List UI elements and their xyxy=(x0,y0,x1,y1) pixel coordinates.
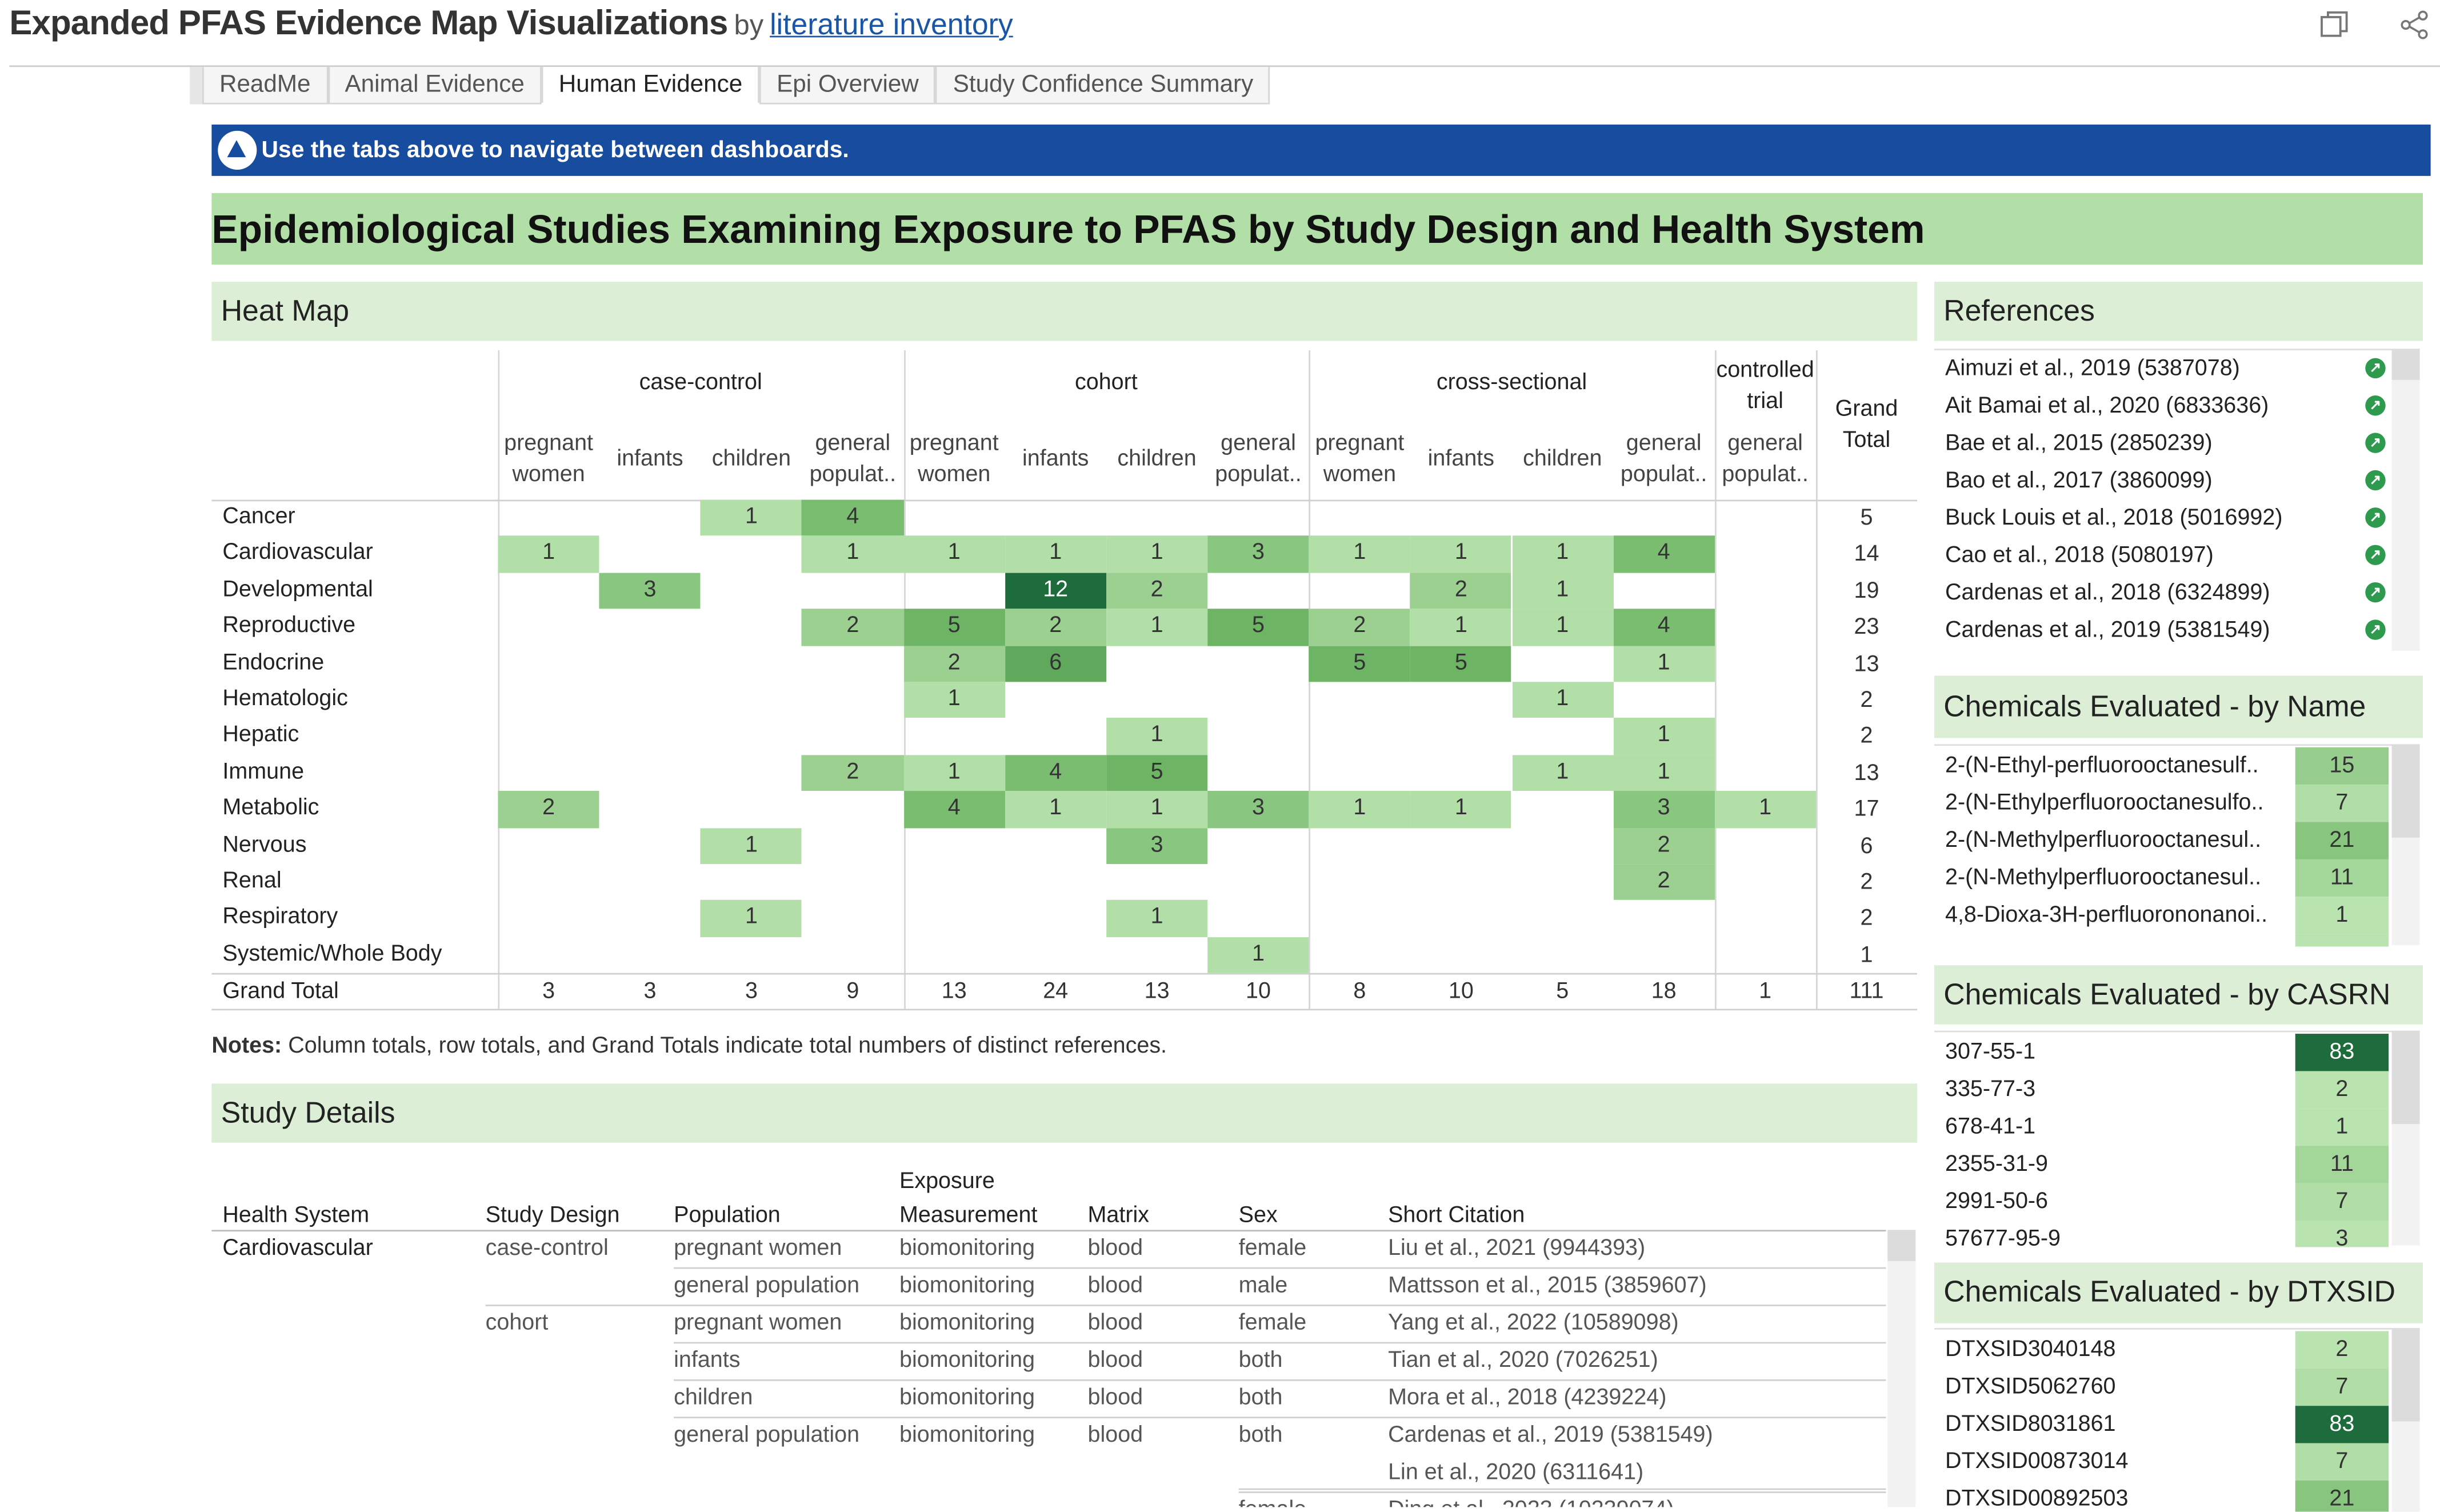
chemical-count[interactable]: 7 xyxy=(2295,785,2389,822)
chemical-label[interactable]: 335-77-3 xyxy=(1945,1071,2291,1108)
chemical-label[interactable]: 2-(N-Methylperfluorooctanesul.. xyxy=(1945,822,2291,859)
chem-by-dtxsid-scrollbar[interactable] xyxy=(2391,1327,2420,1512)
chem-by-dtxsid-rows: DTXSID3040148 2 DTXSID5062760 7 DTXSID803186… xyxy=(1934,1327,2392,1512)
chemical-label[interactable]: 57677-95-9 xyxy=(1945,1221,2291,1247)
chem-by-name-rows: 2-(N-Ethyl-perfluorooctanesulf.. 15 2-(N-E… xyxy=(1934,744,2392,947)
chemical-label[interactable]: 2991-50-6 xyxy=(1945,1183,2291,1221)
chemical-count[interactable]: 7 xyxy=(2295,1368,2389,1406)
chemical-count[interactable]: 83 xyxy=(2295,1034,2389,1071)
chemical-label[interactable]: 2-(N-Methylperfluorooctanesul.. xyxy=(1945,859,2291,897)
chemical-count[interactable]: 3 xyxy=(2295,1221,2389,1247)
chemical-count[interactable]: 83 xyxy=(2295,1406,2389,1443)
chem-by-casrn-rows: 307-55-1 83 335-77-3 2 678-41-1 1 2355-31-9 11 2… xyxy=(1934,1030,2392,1247)
chemical-label[interactable]: DTXSID5062760 xyxy=(1945,1369,2291,1406)
chemical-count[interactable]: 11 xyxy=(2295,1146,2389,1183)
chemical-count[interactable]: 2 xyxy=(2295,1331,2389,1369)
scrollbar-thumb[interactable] xyxy=(2391,1030,2420,1125)
chemical-count[interactable]: 7 xyxy=(2295,1443,2389,1481)
chemical-label[interactable]: DTXSID00892503 xyxy=(1945,1481,2291,1512)
chemical-count[interactable]: 21 xyxy=(2295,1480,2389,1512)
chem-by-casrn-scrollbar[interactable] xyxy=(2391,1030,2420,1246)
chemical-count[interactable]: 11 xyxy=(2295,859,2389,897)
scrollbar-thumb[interactable] xyxy=(2391,744,2420,838)
chemical-label[interactable]: DTXSID00873014 xyxy=(1945,1443,2291,1481)
chemical-count[interactable]: 1 xyxy=(2295,897,2389,934)
chem-by-name-scrollbar[interactable] xyxy=(2391,744,2420,945)
chemical-label[interactable]: 2355-31-9 xyxy=(1945,1146,2291,1183)
chemical-label[interactable]: 307-55-1 xyxy=(1945,1034,2291,1071)
chemical-count[interactable]: 2 xyxy=(2295,1071,2389,1109)
chemical-label[interactable]: 2-(N-Ethyl-perfluorooctanesulf.. xyxy=(1945,747,2291,785)
scrollbar-thumb[interactable] xyxy=(2391,1327,2420,1422)
chemicals-lists: 2-(N-Ethyl-perfluorooctanesulf.. 15 2-(N-E… xyxy=(0,0,2440,1512)
dashboard: Expanded PFAS Evidence Map Visualization… xyxy=(0,0,2440,1512)
chemical-count[interactable]: 7 xyxy=(2295,1183,2389,1221)
chemical-label[interactable]: DTXSID3040148 xyxy=(1945,1331,2291,1368)
chemical-count[interactable]: 1 xyxy=(2295,1108,2389,1146)
chemical-count[interactable]: 21 xyxy=(2295,822,2389,859)
chemical-label[interactable]: 4,8-Dioxa-3H-perfluorononanoi.. xyxy=(1945,897,2291,934)
chemical-label[interactable]: 2-(N-Ethylperfluorooctanesulfo.. xyxy=(1945,785,2291,822)
chemical-label[interactable]: 678-41-1 xyxy=(1945,1109,2291,1146)
chemical-count-partial xyxy=(2295,934,2389,947)
chemical-label[interactable]: DTXSID8031861 xyxy=(1945,1406,2291,1443)
chemical-count[interactable]: 15 xyxy=(2295,747,2389,785)
